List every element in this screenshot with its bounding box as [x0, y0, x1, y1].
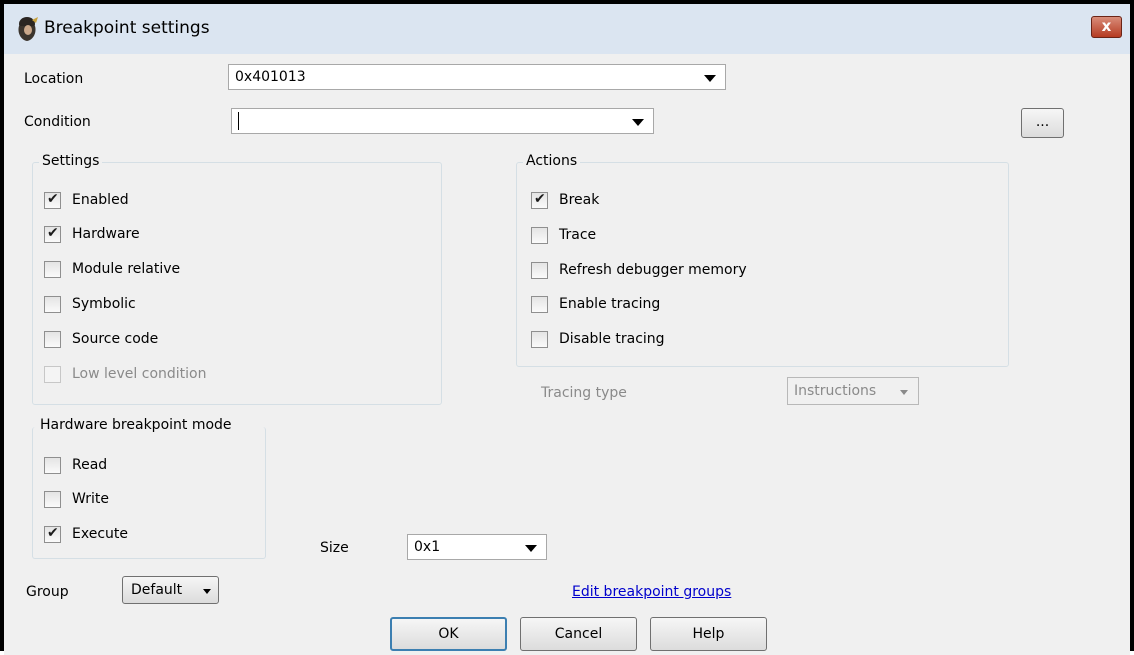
- chevron-down-icon: [203, 589, 211, 594]
- enabled-checkbox[interactable]: [44, 191, 61, 209]
- close-button[interactable]: x: [1091, 16, 1122, 38]
- hw-mode-group-title: Hardware breakpoint mode: [40, 417, 232, 433]
- group-value: Default: [131, 582, 183, 598]
- source-code-label: Source code: [72, 331, 159, 347]
- refresh-debugger-memory-checkbox[interactable]: [531, 262, 548, 279]
- read-checkbox[interactable]: [44, 457, 61, 474]
- dialog-window: Breakpoint settings x Location 0x401013 …: [0, 0, 1134, 655]
- size-combo[interactable]: 0x1: [407, 534, 547, 560]
- trace-checkbox[interactable]: [531, 227, 548, 244]
- window-title: Breakpoint settings: [44, 18, 210, 38]
- location-label: Location: [24, 71, 84, 87]
- title-bar[interactable]: Breakpoint settings x: [4, 4, 1130, 54]
- symbolic-checkbox[interactable]: [44, 296, 61, 313]
- hw-mode-group: [32, 427, 266, 559]
- hardware-checkbox[interactable]: [44, 225, 61, 243]
- location-combo[interactable]: 0x401013: [228, 64, 726, 90]
- tracing-type-label: Tracing type: [541, 385, 627, 401]
- execute-checkbox[interactable]: [44, 525, 61, 543]
- condition-label: Condition: [24, 114, 91, 130]
- dialog-body: Location 0x401013 Condition ... Settings…: [4, 54, 1130, 655]
- enabled-label: Enabled: [72, 192, 129, 208]
- actions-group-title: Actions: [523, 153, 581, 169]
- location-value: 0x401013: [235, 69, 306, 85]
- module-relative-checkbox[interactable]: [44, 261, 61, 278]
- tracing-type-combo: Instructions: [787, 377, 919, 405]
- help-button[interactable]: Help: [650, 617, 767, 651]
- chevron-down-icon: [900, 390, 908, 395]
- close-icon: x: [1101, 17, 1112, 35]
- condition-combo[interactable]: [231, 108, 654, 134]
- break-checkbox[interactable]: [531, 191, 548, 209]
- chevron-down-icon: [632, 119, 644, 126]
- module-relative-label: Module relative: [72, 261, 181, 277]
- disable-tracing-label: Disable tracing: [559, 331, 665, 347]
- trace-label: Trace: [559, 227, 597, 243]
- refresh-debugger-memory-label: Refresh debugger memory: [559, 262, 747, 278]
- chevron-down-icon: [525, 545, 537, 552]
- low-level-condition-label: Low level condition: [72, 366, 207, 382]
- tracer-icon: [18, 17, 38, 41]
- tracing-type-value: Instructions: [794, 383, 877, 399]
- condition-browse-button[interactable]: ...: [1021, 108, 1064, 138]
- ok-button[interactable]: OK: [390, 617, 507, 651]
- group-combo[interactable]: Default: [122, 576, 219, 604]
- size-label: Size: [320, 540, 349, 556]
- chevron-down-icon: [704, 75, 716, 82]
- symbolic-label: Symbolic: [72, 296, 136, 312]
- group-label: Group: [26, 584, 69, 600]
- execute-label: Execute: [72, 526, 128, 542]
- enable-tracing-checkbox[interactable]: [531, 296, 548, 313]
- edit-breakpoint-groups-link[interactable]: Edit breakpoint groups: [572, 584, 731, 600]
- hardware-label: Hardware: [72, 226, 140, 242]
- cancel-button[interactable]: Cancel: [520, 617, 637, 651]
- disable-tracing-checkbox[interactable]: [531, 331, 548, 348]
- read-label: Read: [72, 457, 108, 473]
- enable-tracing-label: Enable tracing: [559, 296, 661, 312]
- source-code-checkbox[interactable]: [44, 331, 61, 348]
- write-label: Write: [72, 491, 109, 507]
- low-level-condition-checkbox: [44, 366, 61, 383]
- break-label: Break: [559, 192, 600, 208]
- write-checkbox[interactable]: [44, 491, 61, 508]
- text-caret: [238, 112, 239, 130]
- settings-group-title: Settings: [39, 153, 103, 169]
- size-value: 0x1: [414, 539, 441, 555]
